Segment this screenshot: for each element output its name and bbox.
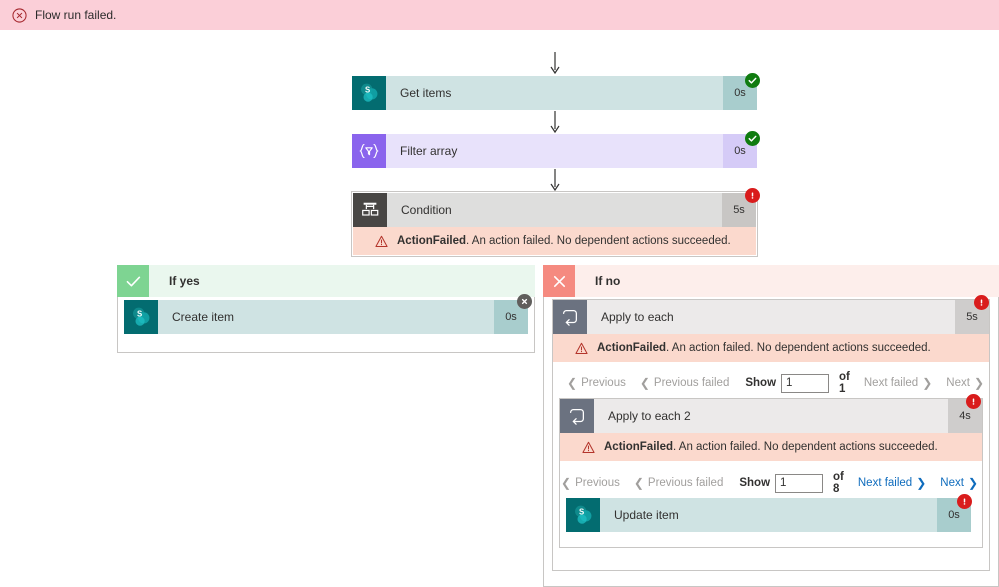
status-badge-failed: [745, 188, 760, 203]
warning-triangle-icon: [582, 441, 595, 453]
connector-arrow-to-filter-array: [550, 111, 560, 134]
chevron-right-icon: ❯: [916, 476, 927, 490]
svg-text:S: S: [365, 85, 370, 94]
action-card-create-item[interactable]: S Create item 0s: [124, 300, 528, 334]
connector-arrow-to-condition: [550, 169, 560, 192]
status-badge-failed: [966, 394, 981, 409]
action-card-apply-to-each-2[interactable]: Apply to each 2 4s: [560, 399, 982, 433]
flow-run-canvas: S Get items 0s Filter array 0s Condition…: [0, 30, 999, 587]
warning-triangle-icon: [375, 235, 388, 247]
action-title-filter-array: Filter array: [386, 134, 723, 168]
chevron-right-icon: ❯: [922, 376, 933, 390]
close-x-icon: [543, 265, 575, 297]
status-badge-skipped: [517, 294, 532, 309]
next-button[interactable]: Next ❯: [940, 477, 978, 489]
next-failed-button[interactable]: Next failed ❯: [858, 477, 926, 489]
action-card-condition[interactable]: Condition 5s: [353, 193, 756, 227]
show-label: Show: [739, 477, 771, 489]
svg-text:S: S: [579, 507, 584, 516]
status-badge-failed: [974, 295, 989, 310]
previous-failed-button[interactable]: ❮ Previous failed: [634, 477, 724, 489]
show-iteration-input[interactable]: [781, 373, 830, 393]
action-title-update-item: Update item: [600, 498, 937, 532]
next-failed-button[interactable]: Next failed ❯: [864, 377, 932, 389]
sharepoint-icon: S: [352, 76, 386, 110]
error-message-apply-to-each: ActionFailed. An action failed. No depen…: [553, 334, 989, 362]
action-card-get-items[interactable]: S Get items 0s: [352, 76, 757, 110]
error-text-condition: ActionFailed. An action failed. No depen…: [397, 235, 731, 247]
action-card-apply-to-each[interactable]: Apply to each 5s: [553, 300, 989, 334]
status-badge-succeeded: [745, 73, 760, 88]
show-iteration-input[interactable]: [775, 473, 824, 493]
branch-header-if-no: If no: [543, 265, 999, 297]
error-circle-icon: [12, 7, 27, 23]
branch-label-if-no: If no: [575, 265, 999, 297]
flow-status-banner-text: Flow run failed.: [35, 8, 117, 22]
loop-icon: [560, 399, 594, 433]
previous-button[interactable]: ❮ Previous: [567, 377, 626, 389]
chevron-left-icon: ❮: [639, 376, 650, 390]
error-text-apply-to-each-2: ActionFailed. An action failed. No depen…: [604, 441, 938, 453]
error-message-apply-to-each-2: ActionFailed. An action failed. No depen…: [560, 433, 982, 461]
iteration-total-label: of 8: [833, 471, 844, 495]
previous-failed-button[interactable]: ❮ Previous failed: [640, 377, 730, 389]
chevron-left-icon: ❮: [567, 376, 578, 390]
action-card-update-item[interactable]: S Update item 0s: [566, 498, 971, 532]
flow-status-banner: Flow run failed.: [0, 0, 999, 30]
action-title-apply-to-each-2: Apply to each 2: [594, 399, 948, 433]
loop-icon: [553, 300, 587, 334]
svg-text:S: S: [137, 309, 142, 318]
pagination-apply-to-each-2: ❮ Previous ❮ Previous failed Show of 8 N…: [561, 470, 978, 496]
filter-array-icon: [352, 134, 386, 168]
pagination-apply-to-each: ❮ Previous ❮ Previous failed Show of 1 N…: [560, 370, 984, 396]
branch-label-if-yes: If yes: [149, 265, 535, 297]
sharepoint-icon: S: [566, 498, 600, 532]
chevron-left-icon: ❮: [561, 476, 572, 490]
condition-icon: [353, 193, 387, 227]
show-label: Show: [745, 377, 777, 389]
error-text-apply-to-each: ActionFailed. An action failed. No depen…: [597, 342, 931, 354]
sharepoint-icon: S: [124, 300, 158, 334]
chevron-left-icon: ❮: [633, 476, 644, 490]
action-title-create-item: Create item: [158, 300, 494, 334]
iteration-total-label: of 1: [839, 371, 850, 395]
error-message-condition: ActionFailed. An action failed. No depen…: [353, 227, 756, 255]
next-button[interactable]: Next ❯: [946, 377, 984, 389]
chevron-right-icon: ❯: [967, 476, 978, 490]
warning-triangle-icon: [575, 342, 588, 354]
connector-arrow-to-get-items: [550, 52, 560, 75]
action-title-get-items: Get items: [386, 76, 723, 110]
checkmark-icon: [117, 265, 149, 297]
branch-header-if-yes: If yes: [117, 265, 535, 297]
action-card-filter-array[interactable]: Filter array 0s: [352, 134, 757, 168]
status-badge-failed: [957, 494, 972, 509]
status-badge-succeeded: [745, 131, 760, 146]
chevron-right-icon: ❯: [973, 376, 984, 390]
action-title-apply-to-each: Apply to each: [587, 300, 955, 334]
action-title-condition: Condition: [387, 193, 722, 227]
previous-button[interactable]: ❮ Previous: [561, 477, 620, 489]
